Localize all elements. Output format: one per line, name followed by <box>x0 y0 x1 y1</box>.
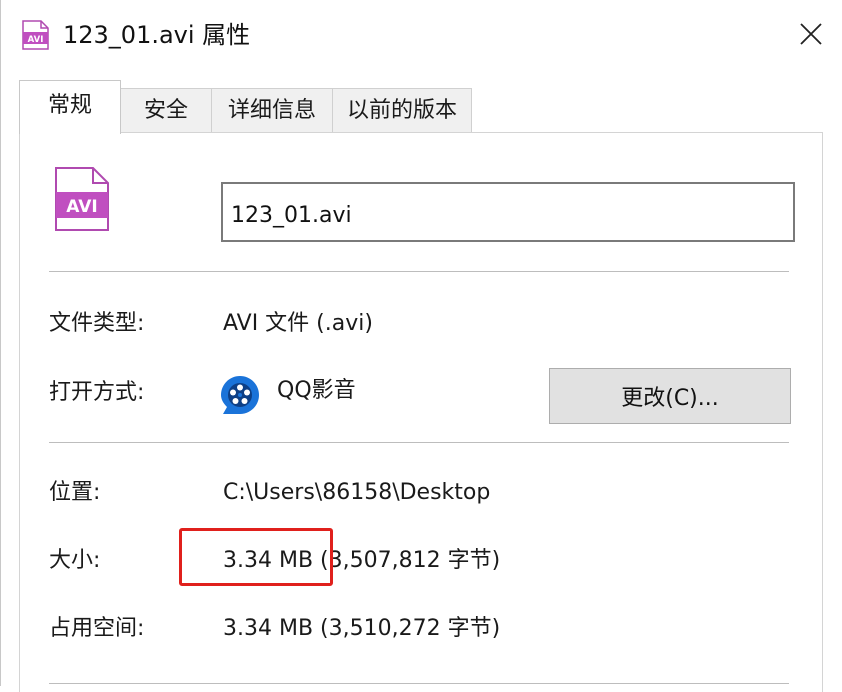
tab-security[interactable]: 安全 <box>120 88 212 132</box>
avi-icon-text: AVI <box>28 35 44 45</box>
avi-file-icon: AVI <box>21 20 49 50</box>
location-label: 位置: <box>49 480 101 505</box>
avi-icon-label: AVI <box>66 197 98 217</box>
tab-previous-versions[interactable]: 以前的版本 <box>332 88 472 132</box>
file-type-value: AVI 文件 (.avi) <box>223 311 373 336</box>
size-on-disk-value: 3.34 MB (3,510,272 字节) <box>223 616 501 641</box>
tab-general[interactable]: 常规 <box>19 80 121 134</box>
file-type-label: 文件类型: <box>49 311 145 336</box>
separator <box>49 683 789 684</box>
separator <box>49 442 789 443</box>
title-bar: AVI 123_01.avi 属性 <box>1 0 842 70</box>
open-with-label: 打开方式: <box>49 380 145 405</box>
close-button[interactable] <box>789 12 833 56</box>
properties-dialog: AVI 123_01.avi 属性 常规 安全 详细信息 以前的版本 AVI 文… <box>0 0 842 692</box>
change-button[interactable]: 更改(C)... <box>549 368 791 424</box>
location-value[interactable]: C:\Users\86158\Desktop <box>223 478 490 508</box>
tab-details[interactable]: 详细信息 <box>211 88 333 132</box>
file-name-input[interactable] <box>221 182 795 242</box>
size-on-disk-label: 占用空间: <box>49 616 145 641</box>
close-icon <box>800 23 822 45</box>
separator <box>49 271 789 272</box>
open-with-app: QQ影音 <box>277 378 356 403</box>
qq-player-icon <box>219 374 261 416</box>
size-value: 3.34 MB (3,507,812 字节) <box>223 548 501 573</box>
tab-strip: 常规 安全 详细信息 以前的版本 <box>1 80 842 134</box>
size-label: 大小: <box>49 548 101 573</box>
file-type-icon: AVI <box>53 166 111 232</box>
window-title: 123_01.avi 属性 <box>63 21 251 49</box>
